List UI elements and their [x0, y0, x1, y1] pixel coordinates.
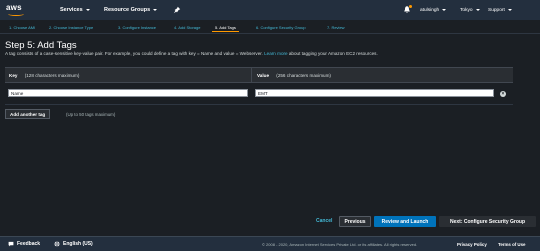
page-title: Step 5: Add Tags: [5, 40, 77, 51]
column-divider: [251, 68, 252, 82]
services-label: Services: [60, 7, 83, 13]
value-column-header: Value (256 characters maximum): [257, 73, 331, 78]
value-header-label: Value: [257, 73, 270, 78]
page-description: A tag consists of a case-sensitive key-v…: [5, 51, 378, 56]
support-menu[interactable]: Support: [488, 0, 512, 20]
chevron-down-icon: [475, 9, 480, 11]
description-suffix: about tagging your Amazon EC2 resources.: [288, 51, 378, 56]
copyright-text: © 2008 - 2020, Amazon Internet Services …: [262, 242, 418, 247]
previous-button[interactable]: Previous: [339, 216, 371, 227]
chevron-down-icon: [153, 9, 158, 11]
feedback-label: Feedback: [17, 241, 41, 247]
region-menu[interactable]: Tokyo: [460, 0, 480, 20]
add-tag-hint: (Up to 50 tags maximum): [66, 112, 116, 117]
region-label: Tokyo: [460, 7, 473, 13]
chevron-down-icon: [507, 9, 512, 11]
step-configure-security-group[interactable]: 6. Configure Security Group: [253, 23, 309, 32]
language-label: English (US): [63, 241, 93, 247]
chevron-down-icon: [442, 9, 447, 11]
key-header-hint: (128 characters maximum): [24, 73, 80, 78]
step-configure-instance[interactable]: 3. Configure Instance: [115, 23, 159, 32]
add-another-tag-button[interactable]: Add another tag: [5, 109, 51, 119]
resource-groups-label: Resource Groups: [104, 7, 151, 13]
tags-table-header: Key (128 characters maximum) Value (256 …: [5, 67, 513, 83]
step-review[interactable]: 7. Review: [324, 23, 348, 32]
support-label: Support: [488, 7, 505, 13]
top-nav: aws Services Resource Groups atulsingh T…: [0, 0, 540, 20]
user-label: atulsingh: [420, 7, 440, 13]
aws-logo-text: aws: [6, 3, 22, 12]
step-add-storage[interactable]: 4. Add Storage: [171, 23, 203, 32]
aws-logo[interactable]: aws: [6, 3, 28, 17]
table-row: [5, 83, 513, 105]
cancel-button[interactable]: Cancel: [316, 218, 332, 224]
tag-value-input[interactable]: [255, 89, 494, 97]
learn-more-link[interactable]: Learn more: [264, 51, 288, 56]
tag-key-input[interactable]: [8, 89, 248, 97]
key-header-label: Key: [9, 73, 18, 78]
user-menu[interactable]: atulsingh: [420, 0, 447, 20]
resource-groups-menu[interactable]: Resource Groups: [104, 0, 158, 20]
wizard-steps: 1. Choose AMI 2. Choose Instance Type 3.…: [0, 20, 540, 34]
console-footer: Feedback English (US) © 2008 - 2020, Ama…: [0, 236, 540, 251]
next-configure-security-group-button[interactable]: Next: Configure Security Group: [439, 216, 536, 227]
feedback-button[interactable]: Feedback: [8, 241, 40, 247]
notification-dot: [409, 5, 412, 8]
language-selector[interactable]: English (US): [54, 241, 93, 247]
services-menu[interactable]: Services: [60, 0, 90, 20]
speech-bubble-icon: [8, 241, 14, 247]
step-add-tags[interactable]: 5. Add Tags: [212, 23, 239, 32]
step-choose-ami[interactable]: 1. Choose AMI: [6, 23, 38, 32]
wizard-actions: Cancel Previous Review and Launch Next: …: [0, 212, 540, 232]
description-text: A tag consists of a case-sensitive key-v…: [5, 51, 263, 56]
step-choose-instance-type[interactable]: 2. Choose Instance Type: [46, 23, 96, 32]
privacy-policy-link[interactable]: Privacy Policy: [457, 242, 487, 247]
pin-icon[interactable]: [173, 6, 181, 14]
globe-icon: [54, 241, 60, 247]
review-and-launch-button[interactable]: Review and Launch: [374, 216, 436, 227]
aws-smile-icon: [8, 12, 24, 16]
chevron-down-icon: [85, 9, 90, 11]
remove-tag-icon[interactable]: ×: [500, 91, 506, 97]
terms-of-use-link[interactable]: Terms of Use: [498, 242, 526, 247]
value-header-hint: (256 characters maximum): [276, 73, 331, 78]
key-column-header: Key (128 characters maximum): [9, 73, 79, 78]
